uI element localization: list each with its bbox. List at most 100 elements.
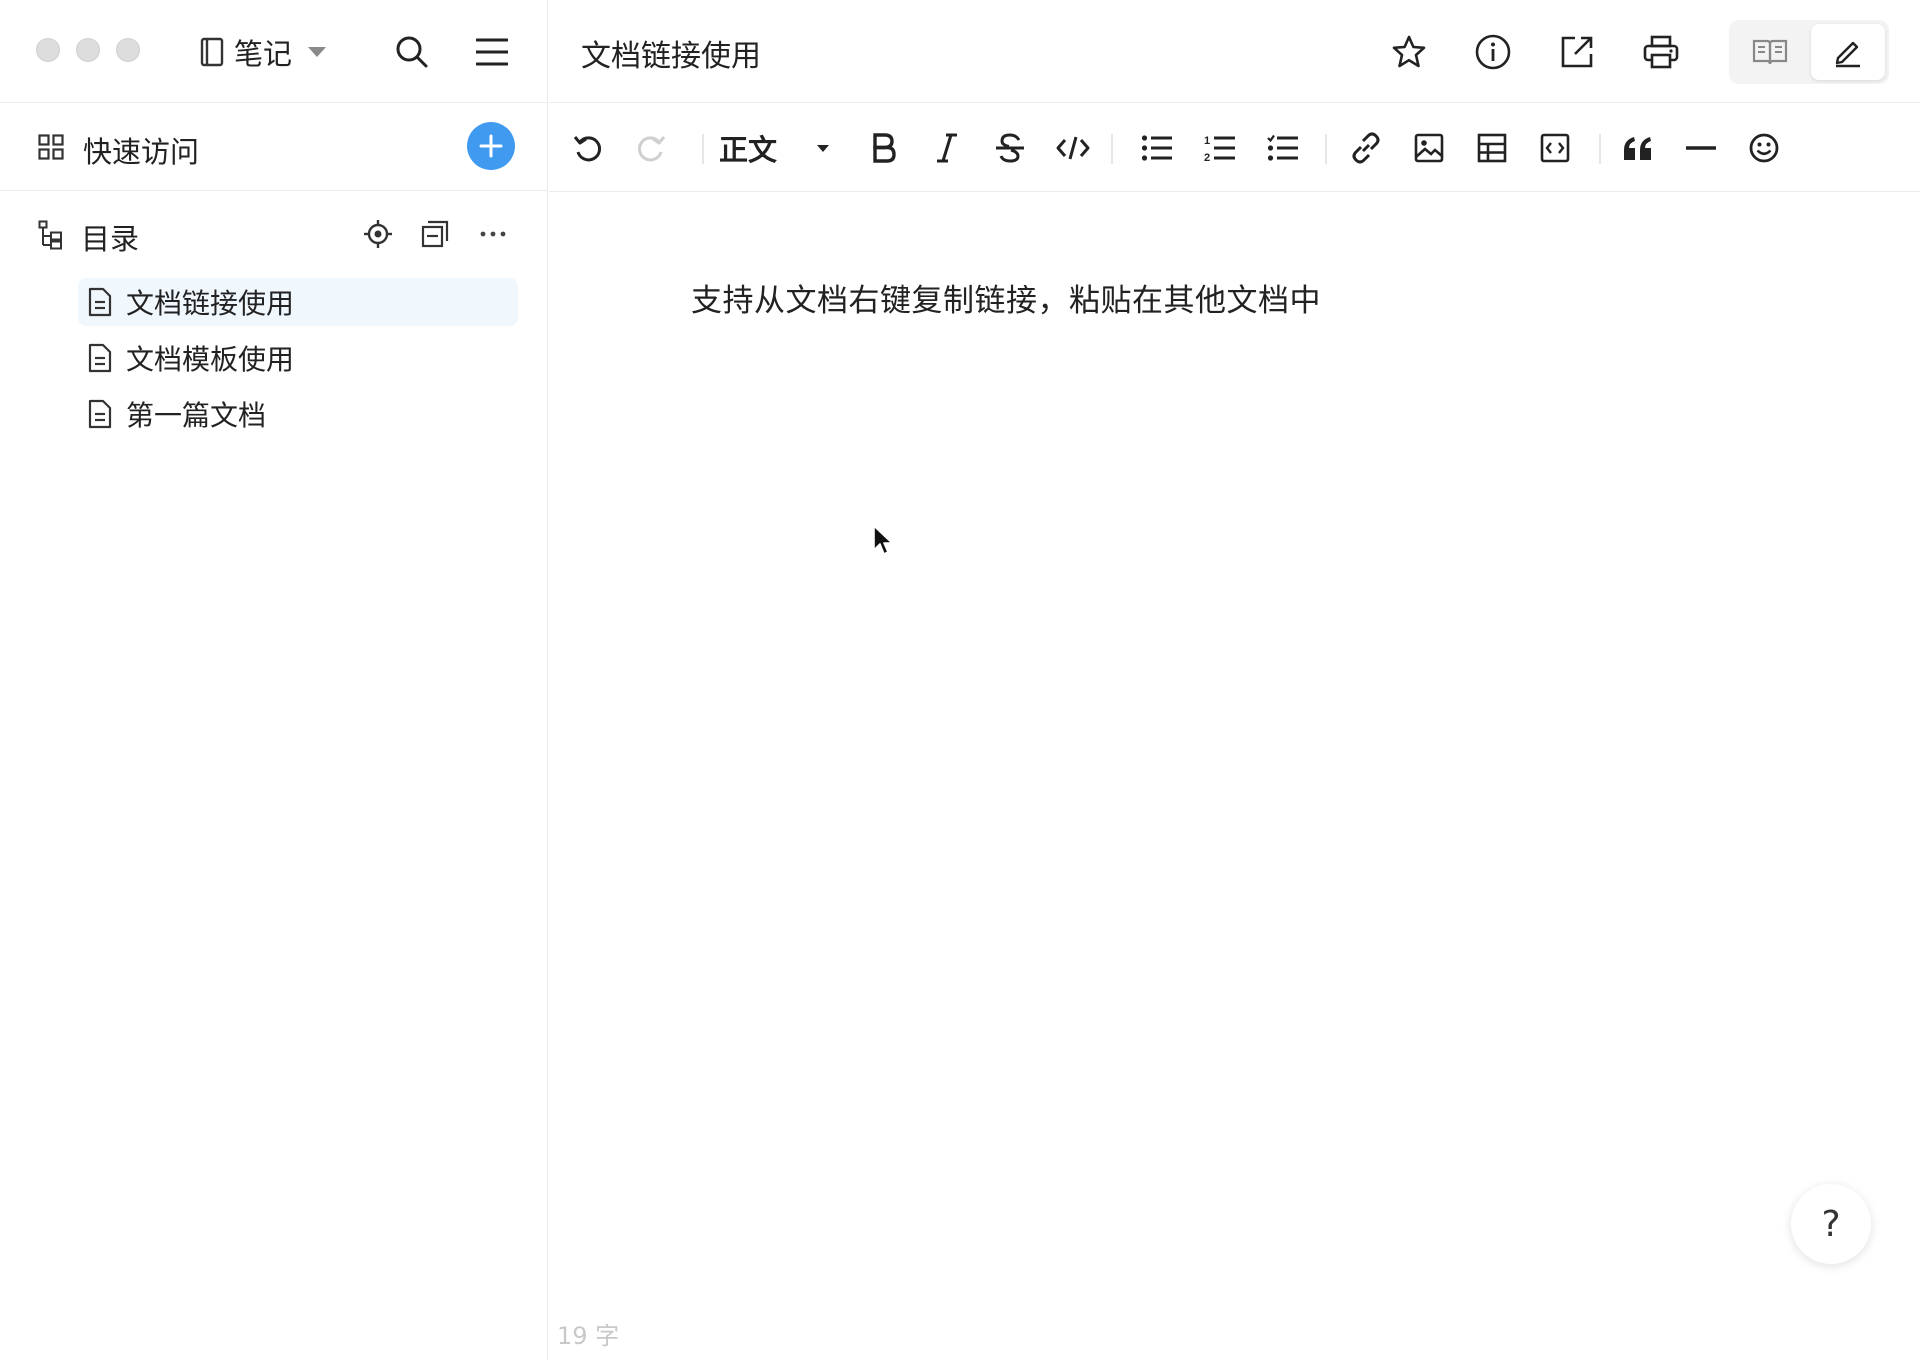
paragraph-style-select[interactable]: 正文 — [719, 126, 830, 170]
info-icon — [1474, 33, 1512, 71]
favorite-button[interactable] — [1385, 28, 1433, 76]
insert-link-button[interactable] — [1342, 124, 1390, 172]
read-mode-button[interactable] — [1733, 24, 1807, 80]
plus-icon — [478, 133, 504, 159]
task-list-button[interactable] — [1259, 124, 1307, 172]
maximize-window-button[interactable] — [116, 38, 140, 62]
document-title: 文档链接使用 — [126, 287, 295, 320]
undo-icon — [572, 132, 604, 164]
paragraph-style-label: 正文 — [719, 133, 778, 167]
toc-header: 目录 — [0, 212, 548, 258]
add-button[interactable] — [467, 122, 515, 170]
bullet-list-button[interactable] — [1133, 124, 1181, 172]
collapse-icon — [421, 220, 449, 248]
toolbar-divider — [702, 134, 704, 164]
locate-icon — [363, 219, 393, 249]
export-icon — [1559, 34, 1595, 70]
notebook-selector[interactable]: 笔记 — [200, 32, 327, 72]
menu-icon — [475, 37, 509, 67]
emoji-icon — [1748, 132, 1780, 164]
undo-button[interactable] — [564, 124, 612, 172]
document-item[interactable]: 第一篇文档 — [78, 390, 518, 438]
insert-code-block-button[interactable] — [1531, 124, 1579, 172]
italic-icon — [935, 132, 959, 164]
search-button[interactable] — [390, 30, 434, 74]
code-icon — [1056, 134, 1090, 162]
horizontal-rule-button[interactable] — [1677, 124, 1725, 172]
help-icon: ? — [1821, 1203, 1841, 1245]
document-icon — [88, 399, 112, 429]
help-button[interactable]: ? — [1791, 1184, 1871, 1264]
print-icon — [1642, 34, 1680, 70]
bullet-list-icon — [1141, 134, 1173, 162]
main-panel: 文档链接使用 正文 1 2 支持从文档右键复制链接，粘贴在其他文档中 19 字 … — [549, 0, 1920, 1360]
insert-emoji-button[interactable] — [1740, 124, 1788, 172]
edit-mode-icon — [1832, 36, 1864, 68]
insert-table-button[interactable] — [1468, 124, 1516, 172]
document-icon — [88, 343, 112, 373]
link-icon — [1349, 131, 1383, 165]
bold-icon — [870, 132, 898, 164]
menu-button[interactable] — [470, 30, 514, 74]
chevron-down-icon — [817, 144, 830, 152]
quick-access-row[interactable]: 快速访问 — [0, 103, 548, 191]
sidebar-header: 笔记 — [0, 0, 548, 103]
toolbar-divider — [1325, 134, 1327, 164]
document-header: 文档链接使用 — [549, 0, 1920, 103]
mouse-pointer-icon — [872, 524, 894, 558]
svg-text:2: 2 — [1204, 152, 1210, 163]
numbered-list-button[interactable]: 12 — [1196, 124, 1244, 172]
view-mode-toggle — [1729, 20, 1889, 84]
collapse-all-button[interactable] — [413, 212, 457, 256]
grid-icon — [38, 134, 64, 160]
numbered-list-icon: 12 — [1204, 133, 1236, 163]
document-list: 文档链接使用 文档模板使用 第一篇文档 — [78, 278, 518, 446]
code-block-icon — [1540, 133, 1570, 163]
inline-code-button[interactable] — [1049, 124, 1097, 172]
document-item[interactable]: 文档链接使用 — [78, 278, 518, 326]
minimize-window-button[interactable] — [76, 38, 100, 62]
blockquote-button[interactable] — [1614, 124, 1662, 172]
document-title: 文档模板使用 — [126, 343, 295, 376]
redo-button[interactable] — [627, 124, 675, 172]
quote-icon — [1622, 134, 1654, 162]
export-button[interactable] — [1553, 28, 1601, 76]
toolbar-divider — [1599, 134, 1601, 164]
app-window: 笔记 快速访问 目录 文档链接使用 文档模板使用 第一篇文档 文档链接使用 正文… — [0, 0, 1920, 1360]
edit-mode-button[interactable] — [1811, 24, 1885, 80]
star-icon — [1391, 34, 1427, 70]
image-icon — [1414, 133, 1444, 163]
task-list-icon — [1267, 134, 1299, 162]
document-icon — [88, 287, 112, 317]
strikethrough-icon — [994, 132, 1026, 164]
word-count: 19 字 — [557, 1322, 620, 1350]
tree-icon — [38, 220, 64, 250]
redo-icon — [635, 132, 667, 164]
notebook-label: 笔记 — [234, 37, 293, 71]
locate-button[interactable] — [356, 212, 400, 256]
editor-area[interactable]: 支持从文档右键复制链接，粘贴在其他文档中 — [549, 193, 1920, 1313]
insert-image-button[interactable] — [1405, 124, 1453, 172]
document-title: 第一篇文档 — [126, 399, 267, 432]
sidebar: 笔记 快速访问 目录 文档链接使用 文档模板使用 第一篇文档 — [0, 0, 548, 1360]
horizontal-rule-icon — [1685, 145, 1717, 151]
print-button[interactable] — [1637, 28, 1685, 76]
info-button[interactable] — [1469, 28, 1517, 76]
editor-paragraph[interactable]: 支持从文档右键复制链接，粘贴在其他文档中 — [691, 275, 1321, 320]
svg-text:1: 1 — [1204, 135, 1210, 147]
chevron-down-icon — [308, 47, 327, 57]
window-controls — [36, 38, 140, 62]
formatting-toolbar: 正文 1 2 — [549, 104, 1920, 192]
italic-button[interactable] — [923, 124, 971, 172]
close-window-button[interactable] — [36, 38, 60, 62]
strikethrough-button[interactable] — [986, 124, 1034, 172]
bold-button[interactable] — [860, 124, 908, 172]
read-mode-icon — [1752, 38, 1788, 66]
quick-access-label: 快速访问 — [83, 135, 200, 169]
document-title-heading: 文档链接使用 — [581, 39, 761, 74]
toc-label: 目录 — [81, 222, 140, 256]
search-icon — [395, 35, 429, 69]
document-item[interactable]: 文档模板使用 — [78, 334, 518, 382]
more-options-button[interactable] — [471, 212, 515, 256]
toolbar-divider — [1111, 134, 1113, 164]
